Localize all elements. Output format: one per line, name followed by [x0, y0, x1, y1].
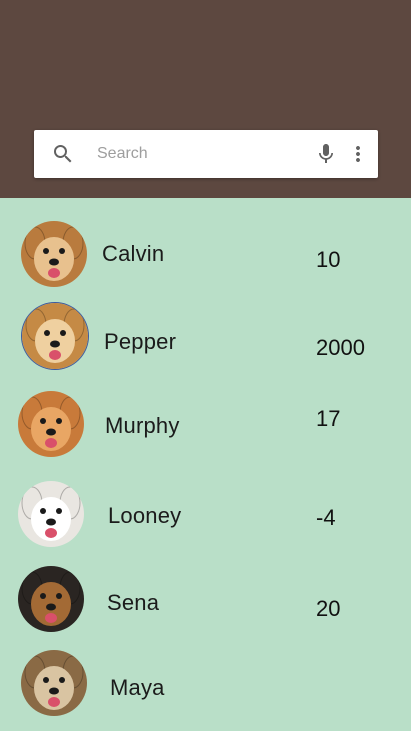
- list-item[interactable]: Sena 20: [0, 566, 411, 646]
- dog-score: 20: [316, 596, 341, 621]
- dog-score: -4: [316, 505, 336, 530]
- dog-name: Calvin: [102, 241, 165, 266]
- dog-list: Calvin 10 Pepper 2000 Murphy 17 Looney -…: [0, 198, 411, 731]
- dog-name: Murphy: [105, 413, 180, 438]
- dog-score: 10: [316, 247, 341, 272]
- dog-name: Maya: [110, 675, 165, 700]
- avatar: [18, 481, 84, 547]
- dog-photo: [22, 303, 88, 369]
- list-item[interactable]: Maya: [0, 650, 411, 730]
- avatar: [18, 391, 84, 457]
- search-input[interactable]: [97, 140, 297, 168]
- dog-photo: [21, 650, 87, 716]
- search-icon[interactable]: [51, 142, 75, 166]
- dog-score: 2000: [316, 335, 365, 360]
- avatar: [21, 650, 87, 716]
- mic-icon[interactable]: [314, 142, 338, 166]
- app-header: [0, 0, 411, 198]
- list-item[interactable]: Calvin 10: [0, 218, 411, 298]
- dog-photo: [18, 566, 84, 632]
- avatar: [22, 303, 88, 369]
- dog-photo: [21, 221, 87, 287]
- list-item[interactable]: Murphy 17: [0, 390, 411, 470]
- dog-name: Looney: [108, 503, 182, 528]
- more-vert-icon[interactable]: [346, 142, 370, 166]
- search-bar[interactable]: [34, 130, 378, 178]
- avatar: [21, 221, 87, 287]
- dog-score: 17: [316, 406, 341, 431]
- list-item[interactable]: Looney -4: [0, 480, 411, 560]
- dog-photo: [18, 391, 84, 457]
- list-item[interactable]: Pepper 2000: [0, 302, 411, 382]
- dog-name: Pepper: [104, 329, 177, 354]
- avatar: [18, 566, 84, 632]
- dog-photo: [18, 481, 84, 547]
- dog-name: Sena: [107, 590, 160, 615]
